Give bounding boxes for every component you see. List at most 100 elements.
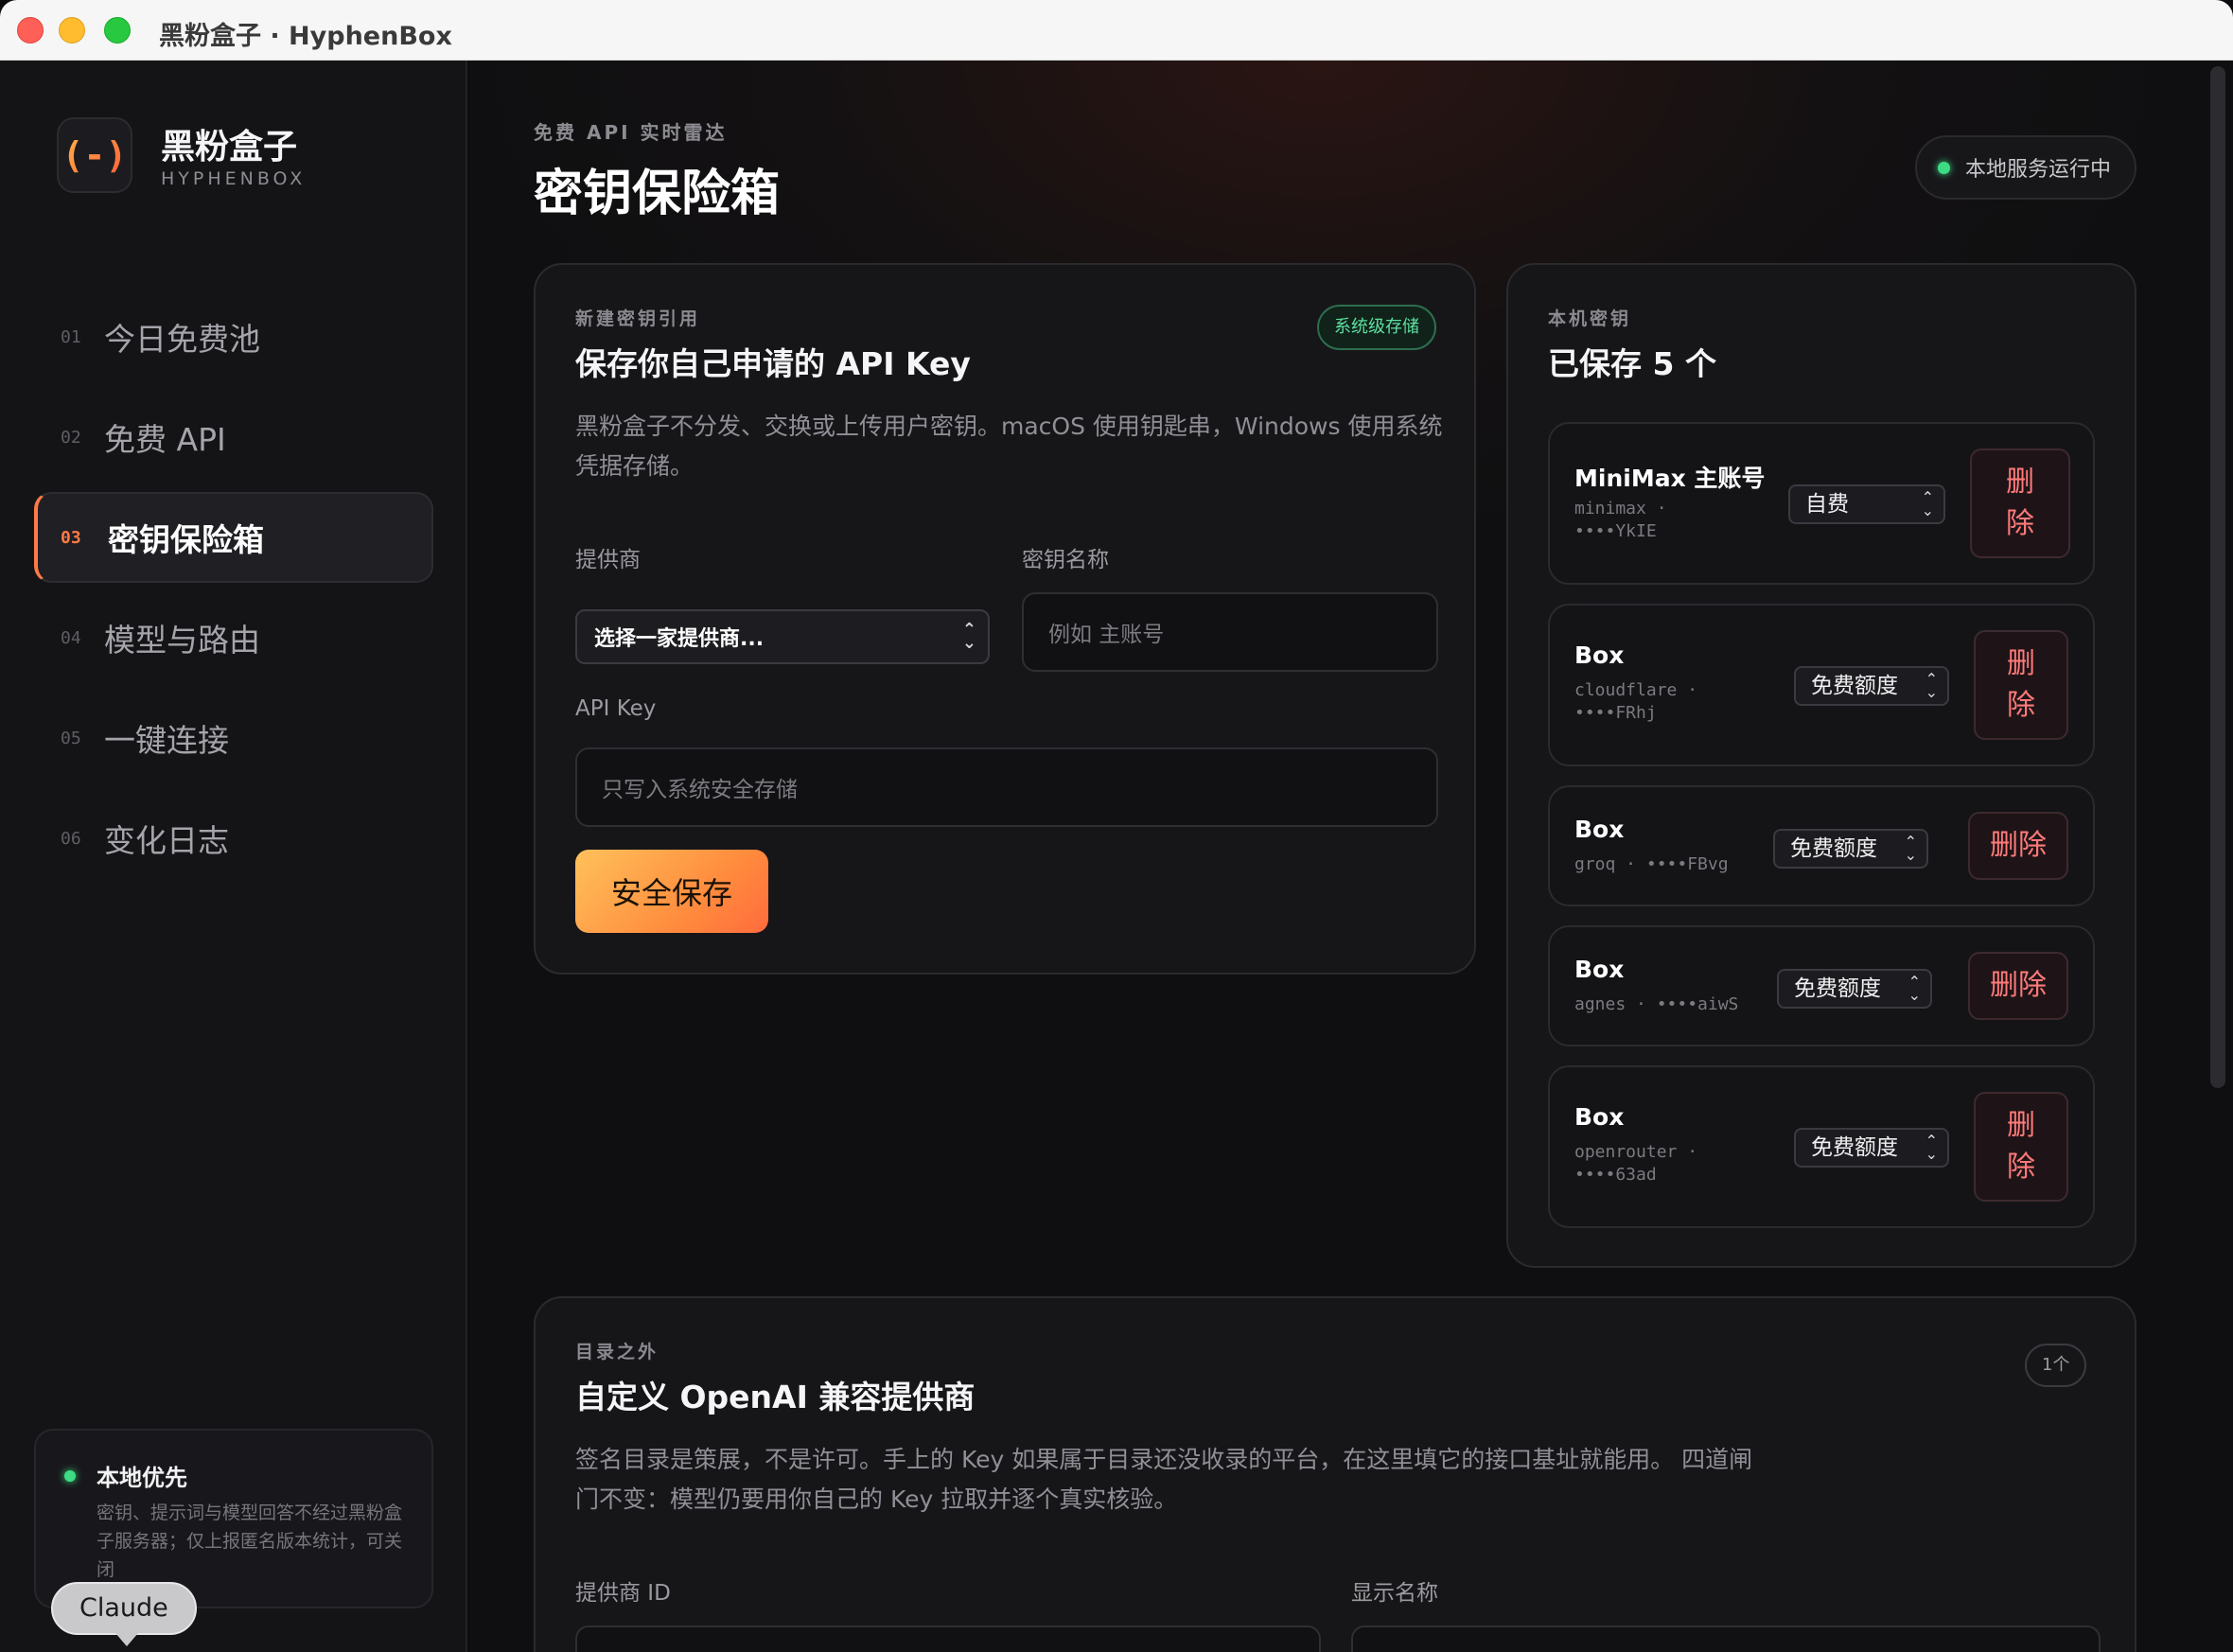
- key-plan-value: 免费额度: [1811, 674, 1898, 698]
- delete-key-label: 删除: [2006, 466, 2034, 540]
- saved-keys-card: 本机密钥 已保存 5 个 MiniMax 主账号 minimax · ••••Y…: [1506, 263, 2136, 1268]
- key-plan-select[interactable]: 免费额度 ⌃ ⌄: [1773, 829, 1928, 869]
- page-eyebrow: 免费 API 实时雷达: [534, 121, 728, 144]
- custom-provider-title: 自定义 OpenAI 兼容提供商: [575, 1379, 976, 1415]
- delete-key-button[interactable]: 删除: [1970, 448, 2070, 558]
- brand-name: 黑粉盒子: [161, 128, 298, 167]
- nav-item-number: 03: [61, 527, 81, 548]
- secure-save-button[interactable]: 安全保存: [575, 850, 768, 933]
- nav-item-models-routing[interactable]: 04 模型与路由: [34, 592, 433, 683]
- delete-key-label: 删除: [2007, 1109, 2035, 1184]
- provider-id-input[interactable]: [575, 1626, 1321, 1652]
- saved-key-meta: groq · ••••FBvg: [1574, 853, 1729, 876]
- delete-key-button[interactable]: 删除: [1968, 952, 2068, 1020]
- delete-key-label: 删除: [1990, 829, 2047, 862]
- api-key-label: API Key: [575, 696, 657, 721]
- status-dot-icon: [1938, 161, 1950, 174]
- zoom-window-button[interactable]: [104, 17, 131, 44]
- nav-item-number: 02: [61, 427, 81, 448]
- api-key-input[interactable]: 只写入系统安全存储: [575, 747, 1438, 827]
- saved-key-name: Box: [1574, 1103, 1625, 1131]
- saved-key-masked: ••••YkIE: [1574, 521, 1657, 541]
- key-plan-value: 自费: [1805, 492, 1849, 517]
- custom-provider-count-badge: 1个: [2025, 1344, 2087, 1387]
- delete-key-label: 删除: [1990, 969, 2047, 1002]
- nav-item-number: 01: [61, 326, 81, 347]
- main-scrollbar[interactable]: [2210, 66, 2225, 1088]
- saved-key-provider: openrouter ·: [1574, 1142, 1698, 1162]
- minimize-window-button[interactable]: [59, 17, 85, 44]
- sidebar: (-) 黑粉盒子 HYPHENBOX 01 今日免费池 02 免费 API 03…: [0, 61, 467, 1652]
- delete-key-button[interactable]: 删除: [1974, 630, 2068, 740]
- delete-key-button[interactable]: 删除: [1974, 1092, 2068, 1202]
- nav-item-label: 模型与路由: [104, 622, 260, 659]
- nav-item-one-click-connect[interactable]: 05 一键连接: [34, 693, 433, 783]
- saved-key-meta: minimax · ••••YkIE: [1574, 498, 1667, 543]
- delete-key-button[interactable]: 删除: [1968, 812, 2068, 880]
- close-window-button[interactable]: [17, 17, 44, 44]
- saved-key-masked: ••••63ad: [1574, 1165, 1657, 1185]
- saved-key-name: Box: [1574, 956, 1625, 983]
- api-key-placeholder: 只写入系统安全存储: [602, 778, 798, 802]
- nav-item-label: 今日免费池: [104, 321, 260, 358]
- provider-select-value: 选择一家提供商...: [594, 627, 765, 651]
- display-name-input[interactable]: [1351, 1626, 2101, 1652]
- key-plan-value: 免费额度: [1794, 976, 1881, 1001]
- nav-item-label: 免费 API: [104, 421, 226, 458]
- chevron-updown-icon: ⌃ ⌄: [961, 620, 976, 653]
- saved-key-meta: cloudflare · ••••FRhj: [1574, 679, 1697, 725]
- hyphen-logo-icon: (-): [62, 134, 128, 176]
- nav-item-number: 04: [61, 627, 81, 648]
- local-first-description: 密钥、提示词与模型回答不经过黑粉盒子服务器；仅上报匿名版本统计，可关闭: [97, 1503, 403, 1580]
- saved-key-provider: groq · ••••FBvg: [1574, 854, 1729, 874]
- provider-label: 提供商: [575, 548, 641, 572]
- new-key-card: 新建密钥引用 保存你自己申请的 API Key 系统级存储 黑粉盒子不分发、交换…: [534, 263, 1476, 975]
- chevron-updown-icon: ⌃ ⌄: [1904, 833, 1917, 864]
- display-name-label: 显示名称: [1351, 1581, 1438, 1606]
- chevron-updown-icon: ⌃ ⌄: [1921, 488, 1934, 519]
- provider-select[interactable]: 选择一家提供商... ⌃ ⌄: [575, 609, 990, 664]
- page-title: 密钥保险箱: [534, 166, 781, 222]
- nav-item-number: 05: [61, 728, 81, 748]
- new-key-description: 黑粉盒子不分发、交换或上传用户密钥。macOS 使用钥匙串，Windows 使用…: [575, 407, 1446, 486]
- new-key-eyebrow: 新建密钥引用: [575, 308, 701, 329]
- key-plan-value: 免费额度: [1790, 836, 1877, 861]
- custom-provider-description-line: 门不变：模型仍要用你自己的 Key 拉取并逐个真实核验。: [575, 1485, 1178, 1513]
- key-plan-select[interactable]: 免费额度 ⌃ ⌄: [1794, 666, 1949, 706]
- delete-key-label: 删除: [2007, 647, 2035, 722]
- key-plan-select[interactable]: 自费 ⌃ ⌄: [1788, 484, 1945, 524]
- nav-item-label: 一键连接: [104, 722, 229, 759]
- saved-key-row: Box openrouter · ••••63ad 免费额度 ⌃ ⌄ 删除: [1548, 1065, 2095, 1228]
- new-key-title: 保存你自己申请的 API Key: [575, 345, 971, 382]
- key-name-input[interactable]: 例如 主账号: [1022, 592, 1438, 672]
- key-plan-select[interactable]: 免费额度 ⌃ ⌄: [1777, 969, 1932, 1009]
- custom-provider-card: 目录之外 自定义 OpenAI 兼容提供商 1个 签名目录是策展，不是许可。手上…: [534, 1296, 2136, 1652]
- saved-key-meta: agnes · ••••aiwS: [1574, 993, 1738, 1016]
- saved-key-provider: agnes · ••••aiwS: [1574, 994, 1739, 1014]
- system-storage-badge: 系统级存储: [1317, 305, 1436, 350]
- local-first-title: 本地优先: [97, 1465, 187, 1491]
- saved-key-meta: openrouter · ••••63ad: [1574, 1141, 1697, 1186]
- status-dot-icon: [64, 1470, 76, 1482]
- claude-tooltip[interactable]: Claude: [51, 1582, 197, 1646]
- saved-key-row: Box groq · ••••FBvg 免费额度 ⌃ ⌄ 删除: [1548, 785, 2095, 906]
- nav-item-key-vault[interactable]: 03 密钥保险箱: [34, 492, 433, 583]
- saved-keys-title: 已保存 5 个: [1548, 345, 1716, 382]
- app-logo: (-): [57, 117, 132, 193]
- service-status-text: 本地服务运行中: [1965, 158, 2112, 182]
- nav-item-free-pool[interactable]: 01 今日免费池: [34, 291, 433, 382]
- new-key-description-line: 黑粉盒子不分发、交换或上传用户密钥。macOS 使用钥匙串，Windows 使用…: [575, 413, 1443, 440]
- window-titlebar: 黑粉盒子 · HyphenBox: [0, 0, 2233, 61]
- saved-keys-eyebrow: 本机密钥: [1548, 308, 1632, 329]
- sidebar-nav: 01 今日免费池 02 免费 API 03 密钥保险箱 04 模型与路由 05 …: [34, 291, 433, 893]
- nav-item-free-api[interactable]: 02 免费 API: [34, 392, 433, 483]
- chevron-updown-icon: ⌃ ⌄: [1925, 670, 1938, 701]
- saved-key-provider: minimax ·: [1574, 499, 1667, 518]
- nav-item-number: 06: [61, 828, 81, 849]
- saved-key-name: Box: [1574, 816, 1625, 843]
- window-title: 黑粉盒子 · HyphenBox: [159, 22, 452, 51]
- key-plan-select[interactable]: 免费额度 ⌃ ⌄: [1794, 1128, 1949, 1168]
- saved-key-name: MiniMax 主账号: [1574, 465, 1766, 492]
- saved-key-row: MiniMax 主账号 minimax · ••••YkIE 自费 ⌃ ⌄ 删除: [1548, 422, 2095, 585]
- nav-item-changelog[interactable]: 06 变化日志: [34, 793, 433, 884]
